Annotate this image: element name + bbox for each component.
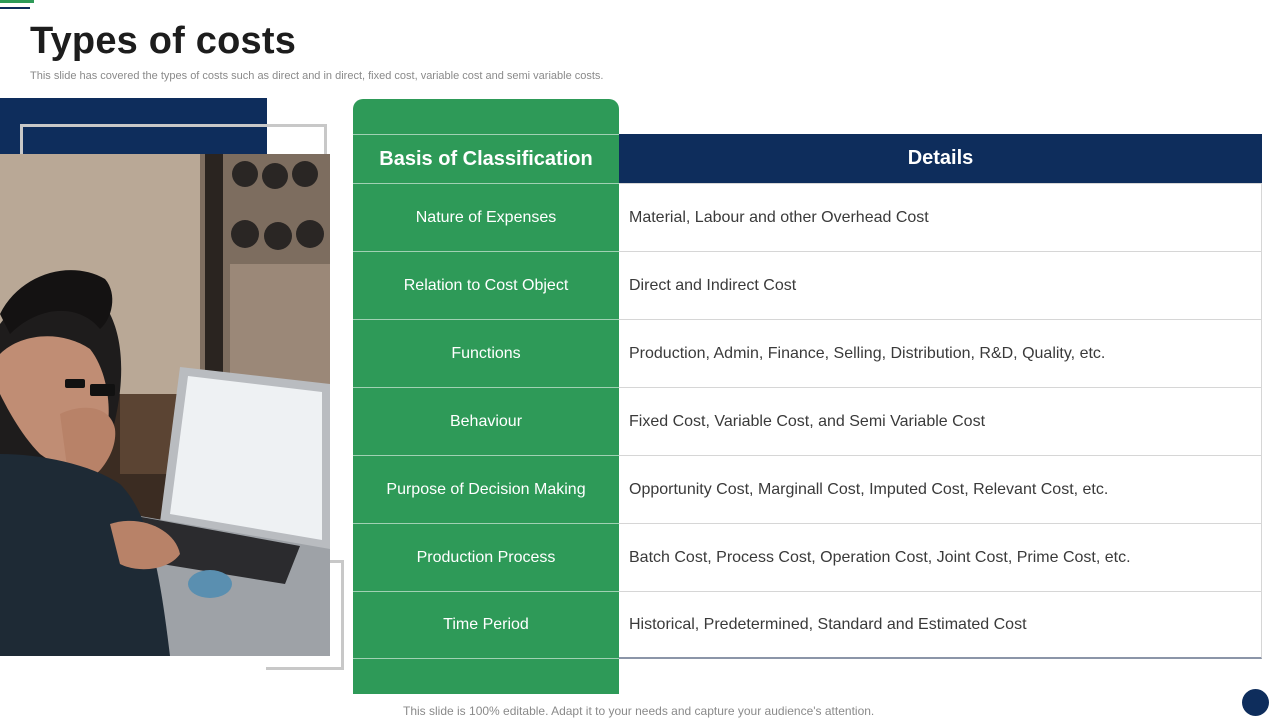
- page-subtitle: This slide has covered the types of cost…: [30, 70, 604, 82]
- man-with-laptop-photo: [0, 154, 330, 656]
- row-details: Production, Admin, Finance, Selling, Dis…: [619, 319, 1262, 387]
- row-details: Material, Labour and other Overhead Cost: [619, 183, 1262, 251]
- table-row: Relation to Cost Object Direct and Indir…: [353, 251, 1262, 319]
- cost-types-table: Basis of Classification Details Nature o…: [353, 134, 1262, 659]
- row-basis: Nature of Expenses: [353, 183, 619, 251]
- row-basis: Purpose of Decision Making: [353, 455, 619, 523]
- row-details: Direct and Indirect Cost: [619, 251, 1262, 319]
- table-header-row: Basis of Classification Details: [353, 134, 1262, 183]
- table-row: Nature of Expenses Material, Labour and …: [353, 183, 1262, 251]
- row-details: Opportunity Cost, Marginall Cost, Impute…: [619, 455, 1262, 523]
- header-details: Details: [619, 134, 1262, 183]
- accent-bar-navy: [0, 7, 30, 9]
- table-row: Behaviour Fixed Cost, Variable Cost, and…: [353, 387, 1262, 455]
- header-basis-of-classification: Basis of Classification: [353, 134, 619, 183]
- row-basis: Behaviour: [353, 387, 619, 455]
- page-title: Types of costs: [30, 20, 297, 62]
- row-details: Fixed Cost, Variable Cost, and Semi Vari…: [619, 387, 1262, 455]
- row-basis: Relation to Cost Object: [353, 251, 619, 319]
- photo-frame-top: [20, 124, 327, 156]
- footer-note: This slide is 100% editable. Adapt it to…: [403, 704, 875, 718]
- row-basis: Time Period: [353, 591, 619, 659]
- row-basis: Production Process: [353, 523, 619, 591]
- accent-bar-green: [0, 0, 34, 3]
- table-row: Purpose of Decision Making Opportunity C…: [353, 455, 1262, 523]
- navy-circle-icon: [1242, 689, 1269, 716]
- table-row: Production Process Batch Cost, Process C…: [353, 523, 1262, 591]
- table-row: Time Period Historical, Predetermined, S…: [353, 591, 1262, 659]
- table-row: Functions Production, Admin, Finance, Se…: [353, 319, 1262, 387]
- row-details: Historical, Predetermined, Standard and …: [619, 591, 1262, 659]
- row-details: Batch Cost, Process Cost, Operation Cost…: [619, 523, 1262, 591]
- row-basis: Functions: [353, 319, 619, 387]
